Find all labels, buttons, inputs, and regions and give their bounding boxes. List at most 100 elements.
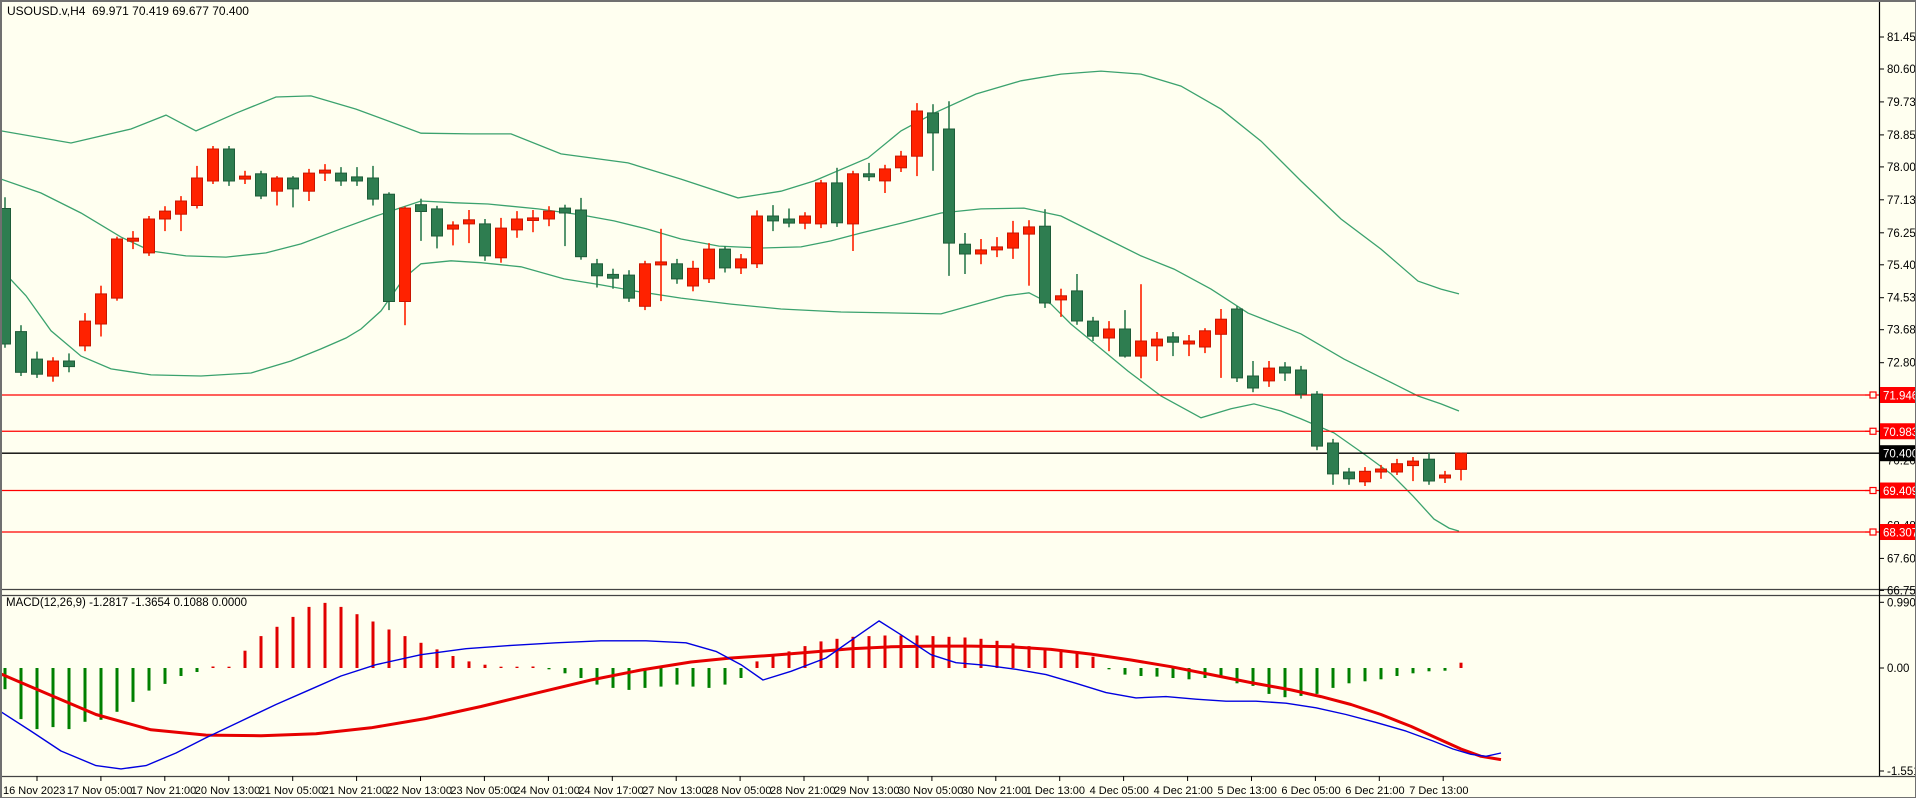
date-label: 21 Nov 05:00	[259, 785, 324, 797]
candle-body	[1344, 472, 1355, 479]
candle	[704, 243, 715, 283]
chart-title: USOUSD.v,H4 69.971 70.419 69.677 70.400	[7, 4, 249, 18]
candle	[624, 270, 635, 302]
candle-body	[608, 274, 619, 278]
candle-body	[784, 219, 795, 223]
candle	[224, 146, 235, 186]
macd-tick-label: 0.9902	[1887, 597, 1916, 609]
candle-body	[1264, 368, 1275, 381]
candle-body	[1104, 329, 1115, 338]
candle-body	[928, 113, 939, 133]
candle-body	[464, 220, 475, 224]
candle-body	[480, 224, 491, 256]
date-label: 6 Dec 05:00	[1281, 785, 1340, 797]
date-label: 28 Nov 05:00	[706, 785, 771, 797]
candle-body	[144, 219, 155, 253]
candle-body	[592, 264, 603, 276]
price-tick-label: 75.405	[1887, 260, 1916, 272]
candle	[144, 216, 155, 256]
candle	[208, 146, 219, 184]
date-label: 1 Dec 13:00	[1026, 785, 1085, 797]
candle-body	[1328, 443, 1339, 474]
candle	[1312, 391, 1323, 450]
candle-body	[1136, 341, 1147, 356]
candle-body	[1168, 337, 1179, 342]
candle-body	[848, 174, 859, 224]
candle-body	[1312, 394, 1323, 446]
candle	[1296, 366, 1307, 399]
candle	[1, 197, 11, 348]
candle-body	[288, 178, 299, 189]
candle-body	[896, 156, 907, 168]
candle-body	[528, 218, 539, 221]
date-label: 16 Nov 2023	[3, 785, 65, 797]
candle	[112, 237, 123, 301]
candle-body	[1392, 464, 1403, 472]
price-tick-label: 78.005	[1887, 162, 1916, 174]
candle-body	[1376, 469, 1387, 472]
trading-chart-window: 81.45580.60579.73078.85578.00577.13076.2…	[0, 0, 1916, 798]
candle-body	[176, 201, 187, 214]
date-label: 24 Nov 17:00	[578, 785, 643, 797]
price-tick-label: 80.605	[1887, 64, 1916, 76]
candle	[480, 219, 491, 261]
level-marker-square[interactable]	[1870, 488, 1876, 494]
candle-body	[1040, 226, 1051, 303]
candle-body	[1184, 341, 1195, 344]
candle-body	[32, 359, 43, 374]
candle-body	[320, 170, 331, 173]
candle-body	[240, 176, 251, 179]
candle-body	[880, 169, 891, 181]
candle-body	[1424, 459, 1435, 481]
candle	[1232, 306, 1243, 382]
candle-body	[416, 205, 427, 212]
candle-body	[1232, 309, 1243, 378]
candle-body	[384, 194, 395, 301]
level-marker-square[interactable]	[1870, 392, 1876, 398]
candle-body	[368, 178, 379, 199]
candle-body	[912, 111, 923, 156]
date-label: 17 Nov 05:00	[67, 785, 132, 797]
candle-body	[656, 262, 667, 265]
candle-body	[128, 238, 139, 241]
price-tick-label: 78.855	[1887, 130, 1916, 142]
date-label: 20 Nov 13:00	[195, 785, 260, 797]
candle-body	[432, 209, 443, 236]
date-label: 17 Nov 21:00	[131, 785, 196, 797]
candle-body	[960, 244, 971, 254]
date-label: 22 Nov 13:00	[387, 785, 452, 797]
candle-body	[336, 173, 347, 181]
candle-body	[256, 174, 267, 196]
price-badge-label: 69.409	[1883, 486, 1916, 498]
price-tick-label: 74.530	[1887, 293, 1916, 305]
level-marker-square[interactable]	[1870, 428, 1876, 434]
candle-body	[1248, 376, 1259, 388]
date-label: 6 Dec 21:00	[1345, 785, 1404, 797]
price-badge-label: 70.983	[1883, 427, 1916, 439]
date-label: 28 Nov 21:00	[770, 785, 835, 797]
candle-body	[96, 294, 107, 324]
candle-body	[1072, 291, 1083, 321]
price-badge-label: 68.307	[1883, 528, 1916, 540]
date-label: 4 Dec 21:00	[1154, 785, 1213, 797]
price-tick-label: 81.455	[1887, 32, 1916, 44]
candle-body	[736, 259, 747, 268]
candle-body	[832, 183, 843, 223]
price-tick-label: 73.680	[1887, 325, 1916, 337]
candle-body	[1008, 233, 1019, 248]
candle-body	[272, 178, 283, 191]
candle-body	[1, 209, 11, 345]
chart-background[interactable]	[1, 1, 1916, 798]
price-badge-label: 70.400	[1883, 449, 1916, 461]
price-tick-label: 72.805	[1887, 358, 1916, 370]
candle	[384, 192, 395, 310]
candle	[16, 325, 27, 376]
candle-body	[48, 361, 59, 376]
date-label: 29 Nov 13:00	[834, 785, 899, 797]
date-label: 5 Dec 13:00	[1218, 785, 1277, 797]
candle-body	[1056, 296, 1067, 300]
candle-body	[496, 228, 507, 258]
level-marker-square[interactable]	[1870, 529, 1876, 535]
price-tick-label: 67.605	[1887, 553, 1916, 565]
chart-canvas[interactable]: 81.45580.60579.73078.85578.00577.13076.2…	[1, 1, 1916, 798]
